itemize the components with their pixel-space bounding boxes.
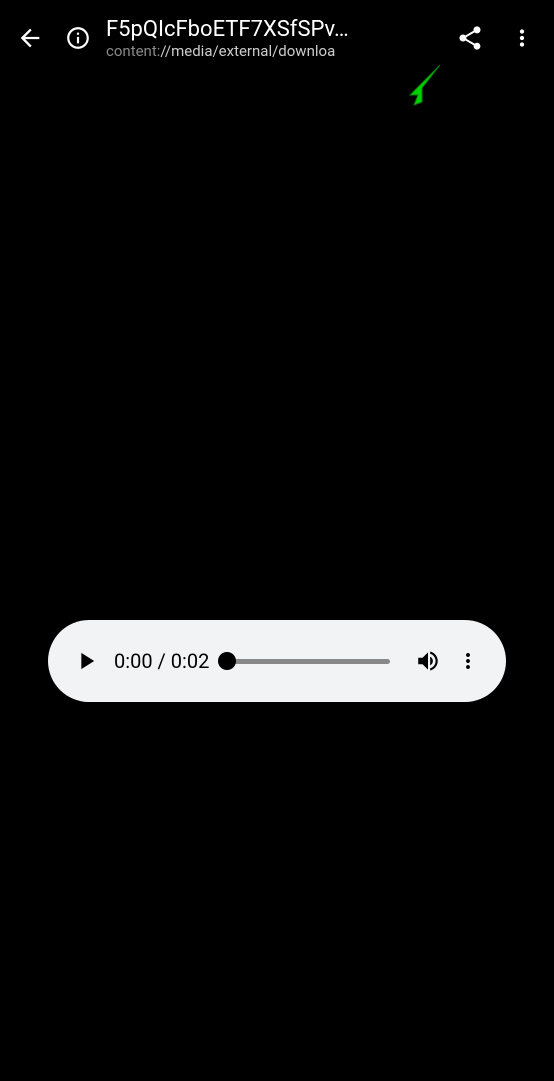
- more-vert-icon: [456, 649, 480, 673]
- uri-path: //media/external/downloa: [160, 42, 335, 60]
- more-menu-button[interactable]: [500, 16, 544, 60]
- slider-thumb: [218, 652, 236, 670]
- uri-scheme: content:: [106, 42, 160, 60]
- share-icon: [456, 24, 484, 52]
- share-button[interactable]: [448, 16, 492, 60]
- time-separator: /: [153, 649, 171, 673]
- title-area: F5pQIcFboETF7XSfSPv… content://media/ext…: [106, 17, 440, 60]
- volume-icon: [415, 648, 441, 674]
- current-time: 0:00: [114, 649, 153, 673]
- info-icon: [65, 25, 91, 51]
- time-display: 0:00 / 0:02: [114, 649, 209, 673]
- slider-track: [227, 659, 390, 664]
- more-vert-icon: [509, 25, 535, 51]
- info-button[interactable]: [58, 18, 98, 58]
- header: F5pQIcFboETF7XSfSPv… content://media/ext…: [0, 0, 554, 76]
- back-button[interactable]: [10, 18, 50, 58]
- volume-button[interactable]: [408, 641, 448, 681]
- page-subtitle: content://media/external/downloa: [106, 42, 440, 60]
- seek-slider[interactable]: [227, 641, 390, 681]
- duration: 0:02: [171, 649, 210, 673]
- audio-player: 0:00 / 0:02: [48, 620, 506, 702]
- play-button[interactable]: [66, 641, 106, 681]
- arrow-left-icon: [16, 24, 44, 52]
- page-title: F5pQIcFboETF7XSfSPv…: [106, 17, 440, 42]
- player-more-button[interactable]: [448, 641, 488, 681]
- play-icon: [72, 647, 100, 675]
